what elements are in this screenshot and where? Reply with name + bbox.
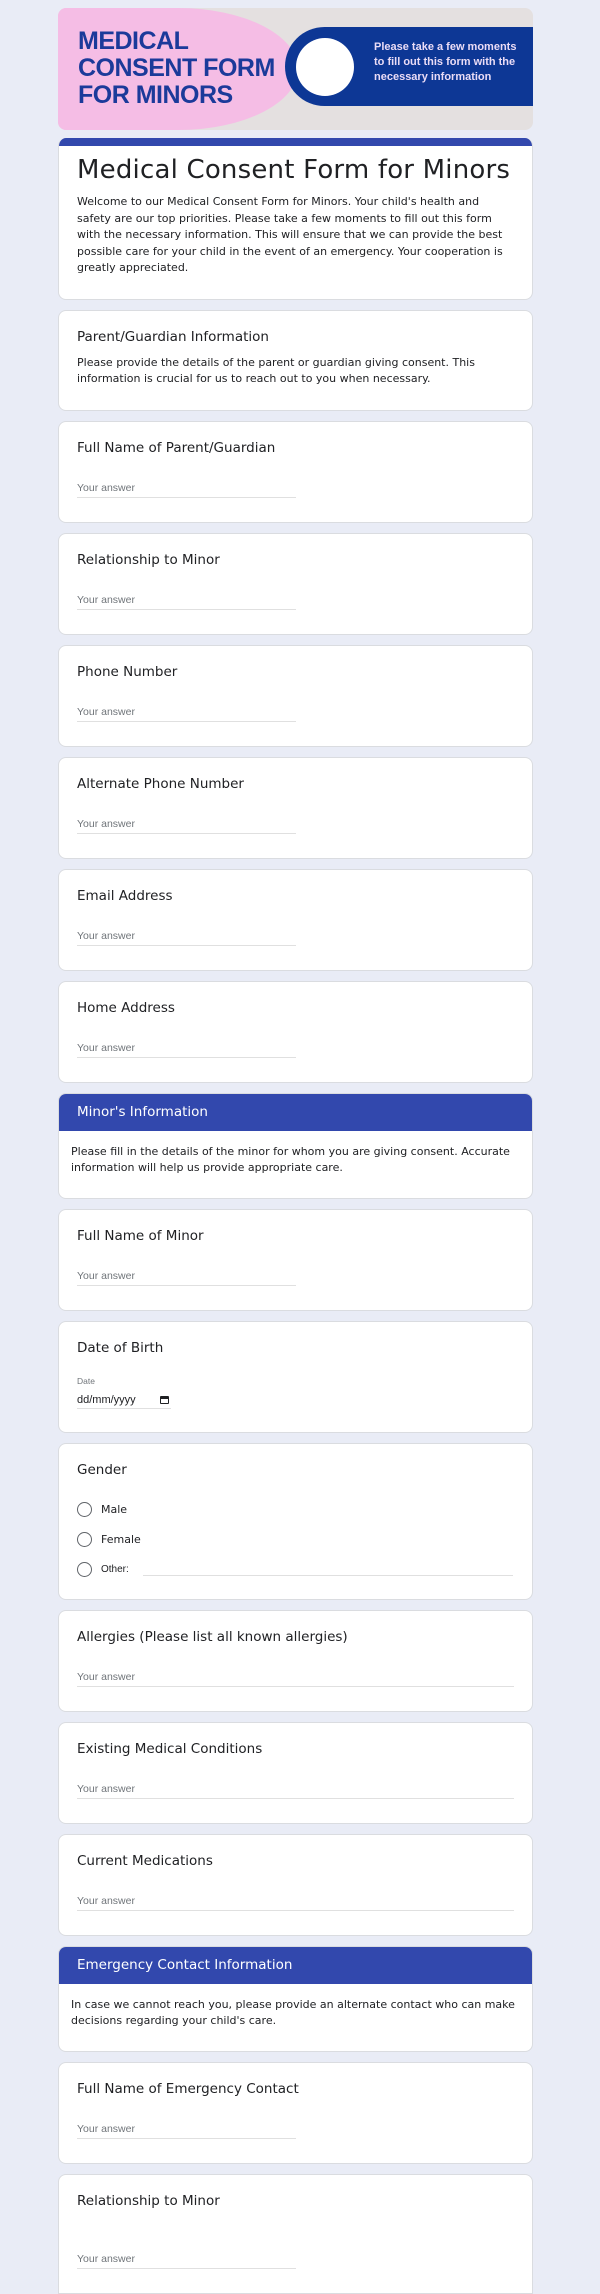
section-minor-information: Minor's Information Please fill in the d…	[58, 1092, 533, 1199]
radio-button[interactable]	[77, 1531, 92, 1547]
radio-option-other[interactable]: Other:	[77, 1561, 129, 1577]
section-parent-guardian: Parent/Guardian Information Please provi…	[58, 309, 533, 411]
answer-input[interactable]: Your answer	[77, 482, 296, 498]
question-parent-relationship: Relationship to Minor Your answer	[58, 532, 533, 635]
form-description: Welcome to our Medical Consent Form for …	[77, 195, 503, 274]
section-header: Emergency Contact Information	[59, 1946, 532, 1984]
section-description: Please provide the details of the parent…	[77, 355, 475, 386]
question-title: Alternate Phone Number	[77, 775, 244, 792]
calendar-icon[interactable]	[160, 1395, 169, 1404]
answer-input[interactable]: Your answer	[77, 930, 296, 946]
question-title: Relationship to Minor	[77, 2192, 220, 2209]
question-title: Email Address	[77, 887, 173, 904]
banner-circle-icon	[296, 38, 354, 96]
section-description: Please fill in the details of the minor …	[71, 1144, 510, 1175]
question-title: Allergies (Please list all known allergi…	[77, 1628, 348, 1645]
radio-label: Other:	[101, 1563, 129, 1575]
answer-input[interactable]: Your answer	[77, 1042, 296, 1058]
question-title: Full Name of Emergency Contact	[77, 2080, 299, 2097]
question-title: Full Name of Parent/Guardian	[77, 439, 276, 456]
banner-pill: Please take a few moments to fill out th…	[285, 27, 533, 106]
header-banner: MEDICAL CONSENT FORM FOR MINORS Please t…	[58, 8, 533, 130]
question-allergies: Allergies (Please list all known allergi…	[58, 1609, 533, 1712]
answer-input[interactable]: Your answer	[77, 2123, 296, 2139]
form-container: MEDICAL CONSENT FORM FOR MINORS Please t…	[58, 0, 533, 2294]
question-minor-full-name: Full Name of Minor Your answer	[58, 1208, 533, 1311]
question-title: Home Address	[77, 999, 175, 1016]
banner-tagline: Please take a few moments to fill out th…	[374, 41, 517, 83]
question-current-medications: Current Medications Your answer	[58, 1833, 533, 1936]
section-emergency-contact: Emergency Contact Information In case we…	[58, 1945, 533, 2052]
answer-input[interactable]: Your answer	[77, 1895, 514, 1911]
form-title-card: Medical Consent Form for Minors Welcome …	[58, 138, 533, 300]
question-medical-conditions: Existing Medical Conditions Your answer	[58, 1721, 533, 1824]
section-description: In case we cannot reach you, please prov…	[71, 1997, 515, 2028]
question-title: Relationship to Minor	[77, 551, 220, 568]
section-title: Parent/Guardian Information	[77, 328, 269, 345]
date-input[interactable]: dd/mm/yyyy	[77, 1394, 171, 1409]
question-phone-number: Phone Number Your answer	[58, 644, 533, 747]
question-title: Phone Number	[77, 663, 178, 680]
accent-bar	[59, 138, 532, 146]
other-text-input[interactable]	[143, 1574, 513, 1576]
question-title: Date of Birth	[77, 1339, 164, 1356]
question-emergency-full-name: Full Name of Emergency Contact Your answ…	[58, 2061, 533, 2164]
question-alternate-phone: Alternate Phone Number Your answer	[58, 756, 533, 859]
question-date-of-birth: Date of Birth Date dd/mm/yyyy	[58, 1320, 533, 1433]
question-title: Full Name of Minor	[77, 1227, 204, 1244]
question-title: Gender	[77, 1461, 127, 1478]
answer-input[interactable]: Your answer	[77, 1783, 514, 1799]
question-gender: Gender Male Female Other:	[58, 1442, 533, 1600]
answer-input[interactable]: Your answer	[77, 594, 296, 610]
answer-input[interactable]: Your answer	[77, 1270, 296, 1286]
date-label: Date	[77, 1375, 95, 1386]
question-email-address: Email Address Your answer	[58, 868, 533, 971]
radio-button[interactable]	[77, 1561, 92, 1577]
answer-input[interactable]: Your answer	[77, 706, 296, 722]
question-title: Existing Medical Conditions	[77, 1740, 263, 1757]
banner-title: MEDICAL CONSENT FORM FOR MINORS	[78, 27, 275, 109]
answer-input[interactable]: Your answer	[77, 1671, 514, 1687]
radio-button[interactable]	[77, 1501, 92, 1517]
answer-input[interactable]: Your answer	[77, 2253, 296, 2269]
date-placeholder: dd/mm/yyyy	[77, 1393, 136, 1406]
radio-label: Female	[101, 1532, 141, 1546]
answer-input[interactable]: Your answer	[77, 818, 296, 834]
radio-option-female[interactable]: Female	[77, 1531, 141, 1547]
radio-option-male[interactable]: Male	[77, 1501, 128, 1517]
question-title: Current Medications	[77, 1852, 213, 1869]
section-header: Minor's Information	[59, 1093, 532, 1131]
question-emergency-relationship: Relationship to Minor Your answer	[58, 2173, 533, 2294]
question-home-address: Home Address Your answer	[58, 980, 533, 1083]
form-title: Medical Consent Form for Minors	[77, 155, 511, 185]
radio-label: Male	[101, 1502, 128, 1516]
question-parent-full-name: Full Name of Parent/Guardian Your answer	[58, 420, 533, 523]
